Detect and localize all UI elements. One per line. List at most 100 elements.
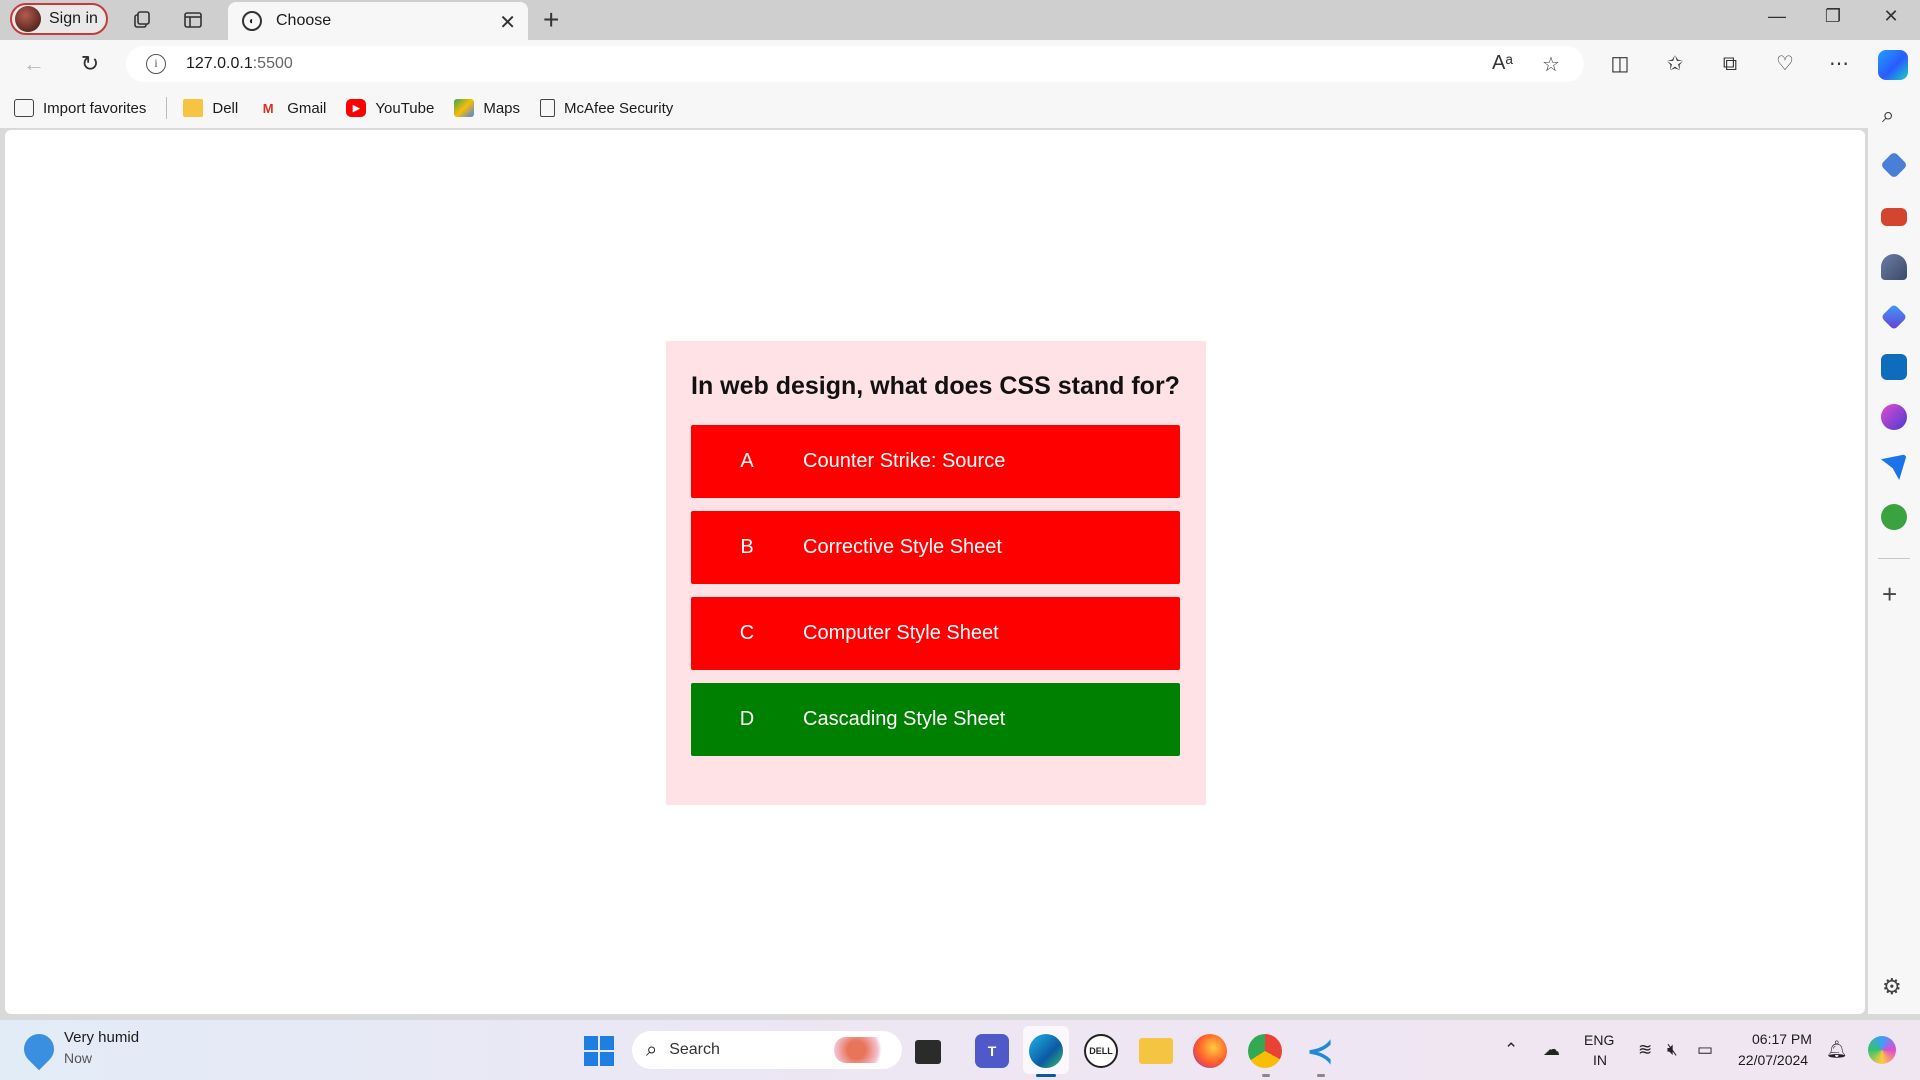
settings-gear-icon[interactable]: ⚙ [1882,974,1902,1000]
tab-favicon-icon: ◐ [242,11,262,31]
option-letter: B [740,536,754,558]
windows-start-icon[interactable] [584,1036,614,1066]
add-sidebar-app-icon[interactable]: + [1882,579,1897,610]
volume-muted-icon[interactable]: 🔇︎ [1667,1040,1678,1060]
new-tab-icon[interactable]: + [543,4,559,36]
minimize-icon[interactable]: — [1757,6,1797,27]
more-options-icon[interactable]: ⋯ [1825,50,1853,78]
option-letter: A [740,450,754,472]
page-icon [540,99,556,117]
chrome-icon[interactable] [1248,1034,1282,1068]
sign-in-button[interactable]: Sign in [10,3,108,35]
send-icon[interactable] [1881,454,1907,480]
chrome-running-indicator [1262,1074,1270,1077]
avatar [15,6,41,32]
weather-droplet-icon[interactable] [17,1027,61,1071]
tree-icon[interactable] [1881,504,1907,530]
title-bar: Sign in ◐ Choose ✕ + — ❐ ✕ [0,0,1920,40]
favorite-mcafee[interactable]: McAfee Security [540,99,673,117]
address-bar[interactable]: i 127.0.0.1:5500 A͏ᵃ ☆ [126,46,1584,82]
favorites-icon[interactable]: ✩ [1661,50,1689,78]
language-top[interactable]: ENG [1584,1032,1614,1048]
web-page: In web design, what does CSS stand for? … [5,130,1865,1014]
option-d-button[interactable]: D Cascading Style Sheet [691,683,1180,756]
collections-icon[interactable]: ⧉ [1716,50,1744,78]
split-screen-icon[interactable]: ◫ [1606,50,1634,78]
tools-icon[interactable] [1881,208,1907,226]
back-icon[interactable]: ← [20,50,48,78]
tab-title: Choose [276,12,332,29]
copilot-taskbar-icon[interactable] [1868,1036,1896,1064]
option-letter: D [739,708,755,730]
maps-icon [454,99,475,117]
vscode-icon[interactable]: ≺ [1303,1033,1337,1069]
favorite-label: YouTube [375,99,435,117]
clock-time[interactable]: 06:17 PM [1752,1031,1812,1047]
option-text: Cascading Style Sheet [803,708,1006,730]
tab-choose[interactable]: ◐ Choose ✕ [228,2,528,40]
notification-bell-icon[interactable]: 🔔︎ [1826,1040,1848,1060]
teams-icon[interactable]: T [975,1034,1009,1068]
games-icon[interactable] [1881,254,1907,280]
youtube-icon: ▶ [346,99,367,117]
option-text: Corrective Style Sheet [803,536,1002,558]
windows-taskbar: Very humid Now ⌕ Search T DELL ≺ ⌃ ☁ ENG… [0,1020,1920,1080]
option-text: Counter Strike: Source [803,450,1006,472]
url-host: 127.0.0.1 [186,55,253,72]
folder-icon [183,99,204,117]
copilot-icon[interactable] [1878,50,1908,80]
close-tab-icon[interactable]: ✕ [499,10,516,35]
favorite-label: Import favorites [43,99,147,117]
quiz-question: In web design, what does CSS stand for? [691,372,1180,400]
favorite-star-icon[interactable]: ☆ [1542,52,1560,77]
onedrive-icon[interactable]: ☁ [1543,1040,1560,1060]
option-c-button[interactable]: C Computer Style Sheet [691,597,1180,670]
clock-date[interactable]: 22/07/2024 [1738,1052,1808,1068]
browser-essentials-icon[interactable]: ♡ [1771,50,1799,78]
refresh-icon[interactable]: ↻ [76,50,104,78]
language-bottom: IN [1593,1052,1607,1068]
favorite-youtube[interactable]: ▶ YouTube [346,99,434,117]
show-hidden-icons-icon[interactable]: ⌃ [1504,1040,1518,1060]
import-icon [14,99,34,117]
vscode-running-indicator [1317,1074,1325,1077]
favorite-maps[interactable]: Maps [454,99,520,117]
read-aloud-icon[interactable]: A͏ᵃ [1492,52,1513,75]
task-view-icon[interactable] [915,1040,941,1064]
search-label: Search [669,1041,720,1058]
option-text: Computer Style Sheet [803,622,999,644]
quiz-card: In web design, what does CSS stand for? … [666,341,1206,805]
edge-active-indicator [1036,1074,1056,1077]
search-icon: ⌕ [646,1038,658,1061]
edge-browser-icon[interactable] [1029,1034,1063,1068]
taskbar-search[interactable]: ⌕ Search [632,1031,902,1069]
option-a-button[interactable]: A Counter Strike: Source [691,425,1180,498]
sidebar-divider [1878,558,1910,559]
favorite-label: Maps [483,99,521,117]
edge-sidebar: ⌕ + ⚙ [1868,88,1920,1014]
favorite-label: Gmail [287,99,327,117]
weather-title[interactable]: Very humid [64,1029,139,1046]
sign-in-label: Sign in [49,10,98,27]
site-info-icon[interactable]: i [146,54,166,74]
tab-actions-icon[interactable] [181,8,205,32]
file-explorer-icon[interactable] [1139,1038,1173,1064]
microsoft-365-icon[interactable] [1880,303,1908,331]
designer-icon[interactable] [1881,404,1907,430]
firefox-icon[interactable] [1193,1034,1227,1068]
dell-icon[interactable]: DELL [1084,1034,1118,1068]
restore-icon[interactable]: ❐ [1813,6,1853,27]
favorite-import[interactable]: Import favorites [14,99,146,117]
workspaces-icon[interactable] [130,8,154,32]
wifi-icon[interactable]: ≋ [1638,1040,1652,1060]
weather-subtitle: Now [64,1050,93,1066]
close-window-icon[interactable]: ✕ [1871,6,1911,27]
search-icon[interactable]: ⌕ [1882,102,1894,128]
favorite-dell[interactable]: Dell [183,99,238,117]
battery-icon[interactable]: ▭ [1697,1040,1713,1060]
favorites-divider [166,97,168,119]
shopping-tag-icon[interactable] [1880,151,1908,179]
favorite-gmail[interactable]: M Gmail [258,99,327,117]
option-b-button[interactable]: B Corrective Style Sheet [691,511,1180,584]
outlook-icon[interactable] [1881,354,1907,380]
